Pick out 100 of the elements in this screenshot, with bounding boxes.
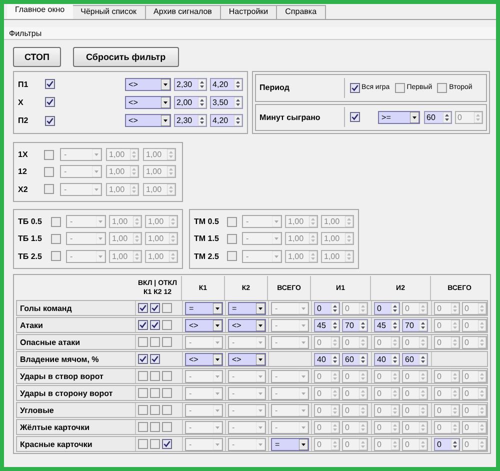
number-spinner[interactable]: 0 xyxy=(462,420,487,434)
checkbox[interactable] xyxy=(150,439,160,449)
reset-filter-button[interactable]: Сбросить фильтр xyxy=(73,47,179,67)
operator-dropdown[interactable]: - xyxy=(228,420,266,434)
number-spinner[interactable]: 0 xyxy=(434,336,460,348)
operator-dropdown[interactable]: - xyxy=(60,148,102,162)
operator-dropdown[interactable]: - xyxy=(242,215,282,228)
number-spinner[interactable]: 0 xyxy=(314,370,340,382)
checkbox[interactable] xyxy=(45,116,55,126)
number-spinner[interactable]: 2,30 xyxy=(174,78,207,91)
operator-dropdown[interactable]: - xyxy=(185,336,223,348)
operator-dropdown[interactable]: - xyxy=(185,438,223,450)
number-spinner[interactable]: 1,00 xyxy=(145,250,178,263)
operator-dropdown[interactable]: - xyxy=(271,370,309,382)
number-spinner[interactable]: 1,00 xyxy=(285,232,318,246)
number-spinner[interactable]: 1,00 xyxy=(106,148,139,162)
checkbox[interactable] xyxy=(51,251,61,262)
number-spinner[interactable]: 2,30 xyxy=(174,114,207,128)
number-spinner[interactable]: 0 xyxy=(462,302,487,314)
checkbox[interactable] xyxy=(150,337,160,347)
checkbox[interactable] xyxy=(162,303,172,313)
number-spinner[interactable]: 0 xyxy=(402,420,428,434)
checkbox[interactable] xyxy=(162,371,172,381)
checkbox[interactable] xyxy=(227,216,237,227)
operator-dropdown[interactable]: - xyxy=(242,250,282,263)
number-spinner[interactable]: 0 xyxy=(314,420,340,434)
checkbox[interactable] xyxy=(162,388,172,398)
checkbox[interactable] xyxy=(150,422,160,432)
number-spinner[interactable]: 0 xyxy=(434,420,460,434)
number-spinner[interactable]: 0 xyxy=(402,386,428,400)
operator-dropdown[interactable]: - xyxy=(66,215,106,228)
checkbox[interactable] xyxy=(162,405,172,415)
checkbox[interactable] xyxy=(138,320,148,330)
operator-dropdown[interactable]: <> xyxy=(124,96,171,109)
checkbox[interactable] xyxy=(138,439,148,449)
number-spinner[interactable]: 0 xyxy=(314,386,340,400)
number-spinner[interactable]: 1,00 xyxy=(143,182,176,196)
number-spinner[interactable]: 1,00 xyxy=(143,165,176,178)
checkbox[interactable] xyxy=(227,251,237,262)
operator-dropdown[interactable]: - xyxy=(60,165,102,178)
number-spinner[interactable]: 0 xyxy=(462,318,487,332)
number-spinner[interactable]: 3,50 xyxy=(210,96,243,109)
number-spinner[interactable]: 1,00 xyxy=(321,215,354,228)
checkbox[interactable] xyxy=(138,422,148,432)
operator-dropdown[interactable]: <> xyxy=(124,78,171,91)
operator-dropdown[interactable]: - xyxy=(66,250,106,263)
number-spinner[interactable]: 4,20 xyxy=(210,114,243,128)
operator-dropdown[interactable]: - xyxy=(271,318,309,332)
tab[interactable]: Главное окно xyxy=(7,4,73,19)
operator-dropdown[interactable]: - xyxy=(228,404,266,416)
operator-dropdown[interactable]: - xyxy=(66,232,106,246)
number-spinner[interactable]: 1,00 xyxy=(106,182,139,196)
checkbox[interactable] xyxy=(150,371,160,381)
number-spinner[interactable]: 0 xyxy=(462,404,487,416)
operator-dropdown[interactable]: <> xyxy=(185,318,223,332)
operator-dropdown[interactable]: - xyxy=(271,404,309,416)
number-spinner[interactable]: 0 xyxy=(402,336,428,348)
operator-dropdown[interactable]: - xyxy=(185,420,223,434)
number-spinner[interactable]: 1,00 xyxy=(109,232,142,246)
operator-dropdown[interactable]: - xyxy=(271,302,309,314)
number-spinner[interactable]: 60 xyxy=(402,352,428,366)
number-spinner[interactable]: 4,20 xyxy=(210,78,243,91)
operator-dropdown[interactable]: - xyxy=(228,386,266,400)
number-spinner[interactable]: 1,00 xyxy=(143,148,176,162)
number-spinner[interactable]: 0 xyxy=(342,336,368,348)
number-spinner[interactable]: 0 xyxy=(434,438,460,450)
operator-dropdown[interactable]: <> xyxy=(228,352,266,366)
tab[interactable]: Настройки xyxy=(220,5,278,19)
checkbox[interactable] xyxy=(44,166,54,177)
number-spinner[interactable]: 0 xyxy=(342,302,368,314)
number-spinner[interactable]: 0 xyxy=(374,370,400,382)
number-spinner[interactable]: 0 xyxy=(374,420,400,434)
checkbox[interactable] xyxy=(350,82,360,93)
checkbox[interactable] xyxy=(138,303,148,313)
checkbox[interactable] xyxy=(150,320,160,330)
checkbox[interactable] xyxy=(51,234,61,244)
operator-dropdown[interactable]: - xyxy=(228,370,266,382)
checkbox[interactable] xyxy=(162,320,172,330)
number-spinner[interactable]: 60 xyxy=(424,110,452,124)
tab[interactable]: Справка xyxy=(277,5,326,19)
operator-dropdown[interactable]: - xyxy=(60,182,102,196)
number-spinner[interactable]: 1,00 xyxy=(145,232,178,246)
checkbox[interactable] xyxy=(162,422,172,432)
number-spinner[interactable]: 45 xyxy=(314,318,340,332)
checkbox[interactable] xyxy=(138,405,148,415)
number-spinner[interactable]: 1,00 xyxy=(109,250,142,263)
operator-dropdown[interactable]: - xyxy=(185,370,223,382)
number-spinner[interactable]: 0 xyxy=(434,404,460,416)
operator-dropdown[interactable]: = xyxy=(271,438,309,450)
checkbox[interactable] xyxy=(138,388,148,398)
checkbox[interactable] xyxy=(394,82,405,93)
number-spinner[interactable]: 0 xyxy=(374,404,400,416)
number-spinner[interactable]: 0 xyxy=(402,404,428,416)
operator-dropdown[interactable]: - xyxy=(228,438,266,450)
number-spinner[interactable]: 0 xyxy=(374,302,400,314)
operator-dropdown[interactable]: = xyxy=(185,302,223,314)
checkbox[interactable] xyxy=(227,234,237,244)
tab[interactable]: Архив сигналов xyxy=(146,5,221,19)
operator-dropdown[interactable]: - xyxy=(271,420,309,434)
number-spinner[interactable]: 40 xyxy=(314,352,340,366)
